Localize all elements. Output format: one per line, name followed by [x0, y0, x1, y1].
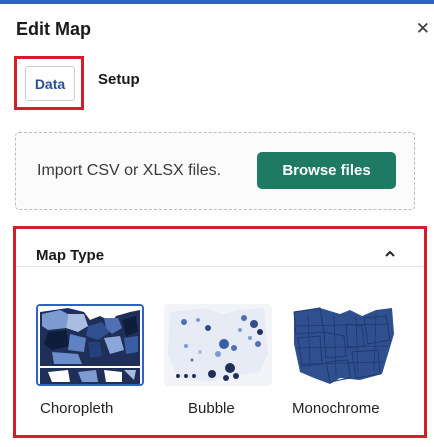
close-icon[interactable]: ✕: [416, 16, 430, 42]
panel-title: Edit Map: [16, 19, 91, 39]
chevron-up-icon[interactable]: [384, 248, 396, 260]
map-type-title: Map Type: [36, 247, 105, 264]
bubble-map-icon: [168, 308, 268, 382]
tab-data-highlight: Data: [14, 56, 84, 110]
upload-instruction: Import CSV or XLSX files.: [37, 162, 222, 179]
tab-data-label: Data: [34, 75, 66, 92]
panel-header: Edit Map ✕: [16, 16, 434, 42]
tab-data[interactable]: Data: [25, 66, 75, 101]
map-type-section: Map Type Choropleth Bubble Monochrome: [13, 226, 427, 438]
file-upload-dropzone[interactable]: Import CSV or XLSX files. Browse files: [15, 132, 415, 210]
choropleth-label: Choropleth: [40, 400, 114, 417]
monochrome-thumbnail: [290, 304, 398, 386]
choropleth-thumbnail: [36, 304, 144, 386]
browse-files-button[interactable]: Browse files: [257, 152, 396, 189]
choropleth-map-icon: [38, 306, 142, 384]
map-type-header[interactable]: Map Type: [16, 229, 424, 267]
monochrome-label: Monochrome: [292, 400, 380, 417]
bubble-thumbnail: [164, 304, 272, 386]
tab-setup[interactable]: Setup: [98, 71, 140, 88]
bubble-label: Bubble: [188, 400, 235, 417]
monochrome-map-icon: [293, 307, 394, 384]
top-accent-bar: [0, 0, 434, 4]
